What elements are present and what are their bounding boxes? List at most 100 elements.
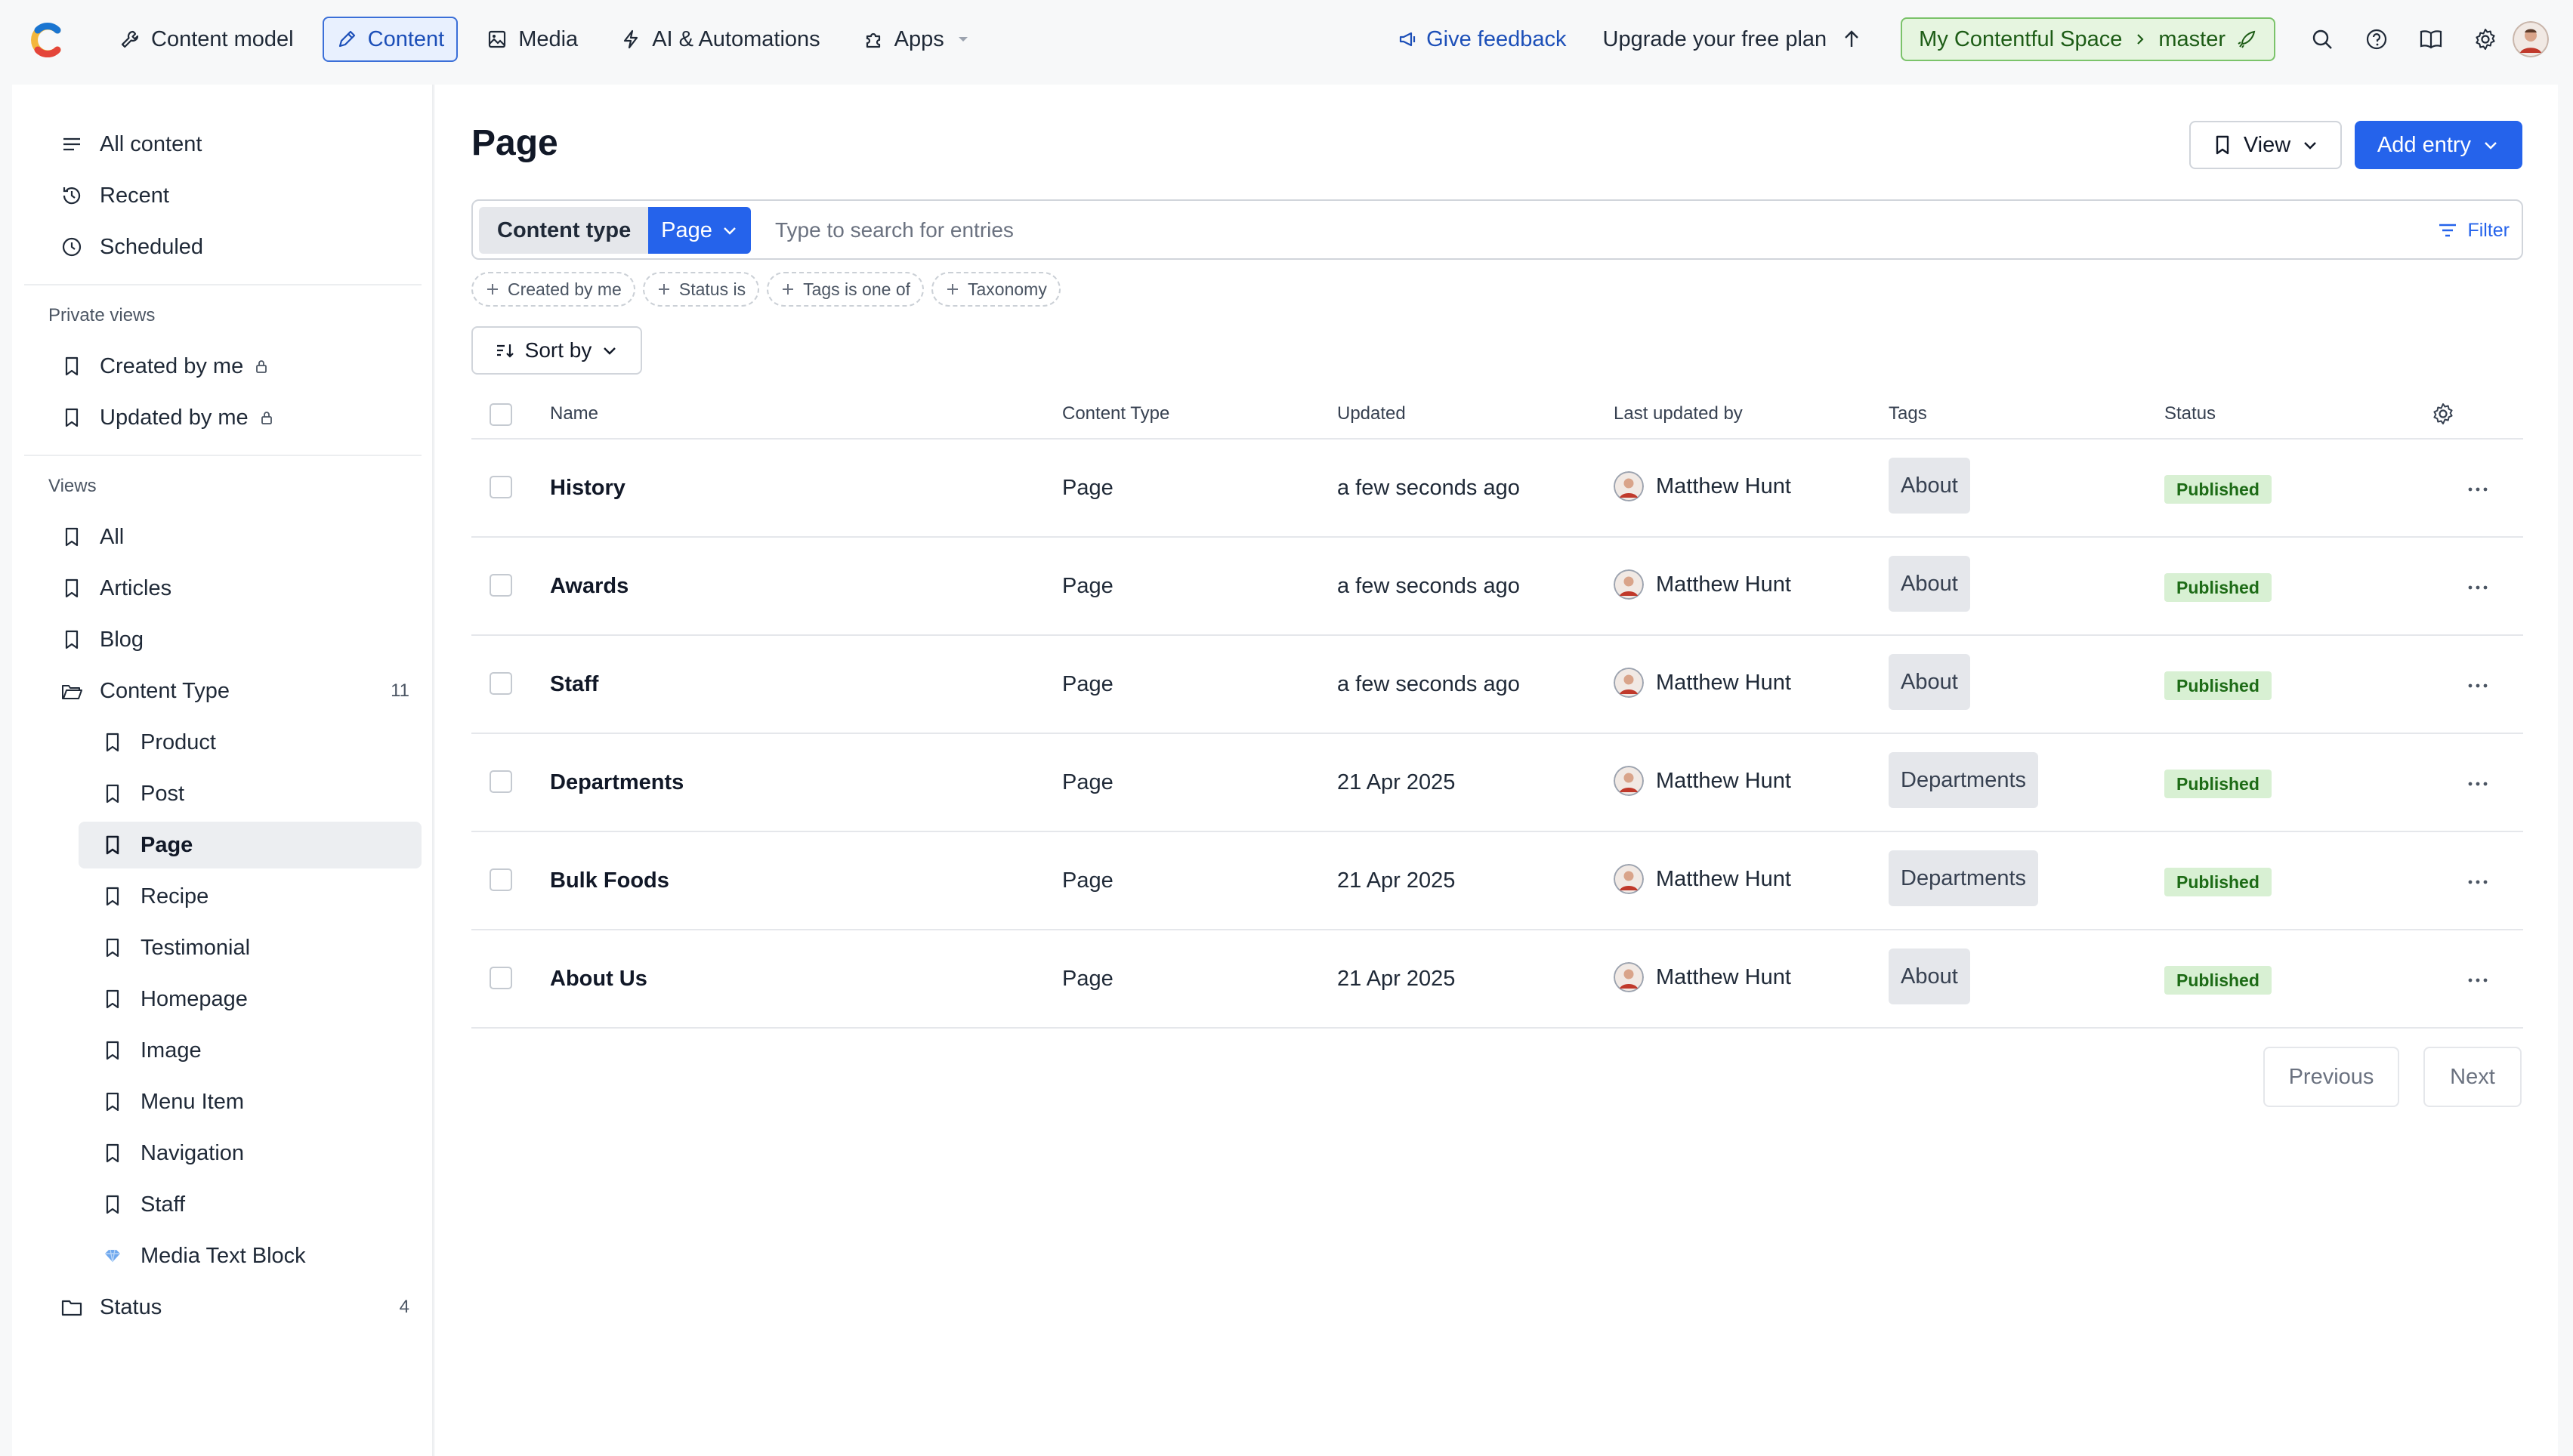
user-name: Matthew Hunt <box>1656 768 1791 793</box>
entry-name[interactable]: Awards <box>550 574 629 599</box>
row-checkbox[interactable] <box>490 574 512 597</box>
user-name: Matthew Hunt <box>1656 572 1791 597</box>
nav-content-model[interactable]: Content model <box>106 17 307 62</box>
chip-label: Taxonomy <box>968 279 1047 299</box>
table-row[interactable]: Staff Page a few seconds ago Matthew Hun… <box>471 636 2523 734</box>
sidebar-item-label: Image <box>141 1038 202 1063</box>
sidebar-item-label: Testimonial <box>141 935 251 960</box>
entry-name[interactable]: Departments <box>550 770 684 795</box>
folder-open-icon <box>62 685 82 699</box>
sidebar-item-blog[interactable]: Blog <box>48 616 422 663</box>
filter-button[interactable]: Filter <box>2437 207 2510 254</box>
table-row[interactable]: About Us Page 21 Apr 2025 Matthew Hunt A… <box>471 930 2523 1029</box>
entry-name[interactable]: About Us <box>550 967 647 992</box>
sidebar-item-staff[interactable]: Staff <box>79 1181 422 1228</box>
nav-content[interactable]: Content <box>322 17 459 62</box>
column-settings-gear-icon[interactable] <box>2431 402 2455 426</box>
view-button[interactable]: View <box>2189 121 2342 169</box>
bookmark-icon <box>106 784 119 804</box>
sidebar-folder-status[interactable]: Status 4 <box>48 1284 422 1331</box>
more-actions-icon[interactable] <box>2463 578 2493 597</box>
content-type-filter-label[interactable]: Content type <box>479 207 648 254</box>
sidebar-item-homepage[interactable]: Homepage <box>79 976 422 1023</box>
chip-created-by-me[interactable]: Created by me <box>471 272 635 307</box>
sidebar-item-navigation[interactable]: Navigation <box>79 1130 422 1177</box>
sidebar-item-label: Post <box>141 781 185 806</box>
entry-name[interactable]: Bulk Foods <box>550 868 669 893</box>
nav-apps[interactable]: Apps <box>849 17 985 62</box>
contentful-logo-icon[interactable] <box>27 20 68 60</box>
row-checkbox[interactable] <box>490 770 512 793</box>
user-avatar-icon <box>1614 766 1644 796</box>
upgrade-plan-link[interactable]: Upgrade your free plan <box>1603 27 1862 52</box>
sidebar-item-post[interactable]: Post <box>79 770 422 817</box>
bookmark-icon <box>106 1092 119 1112</box>
search-bar: Content type Page Filter <box>471 199 2523 260</box>
chip-status-is[interactable]: Status is <box>642 272 760 307</box>
table-row[interactable]: Departments Page 21 Apr 2025 Matthew Hun… <box>471 734 2523 832</box>
entry-name[interactable]: Staff <box>550 672 598 697</box>
nav-ai-automations[interactable]: AI & Automations <box>607 17 833 62</box>
table-row[interactable]: History Page a few seconds ago Matthew H… <box>471 440 2523 538</box>
sidebar-item-articles[interactable]: Articles <box>48 565 422 612</box>
entry-content-type: Page <box>1062 574 1114 598</box>
row-checkbox[interactable] <box>490 672 512 695</box>
status-badge: Published <box>2164 671 2272 700</box>
search-input[interactable] <box>775 207 2210 254</box>
entry-tag: About <box>1889 556 1970 612</box>
sidebar-folder-content-type[interactable]: Content Type 11 <box>48 668 422 714</box>
sidebar-item-recent[interactable]: Recent <box>48 172 422 219</box>
settings-gear-icon[interactable] <box>2458 17 2513 62</box>
sort-by-button[interactable]: Sort by <box>471 326 642 375</box>
column-header-content-type: Content Type <box>1062 403 1170 424</box>
sidebar-item-updated-by-me[interactable]: Updated by me <box>48 394 422 441</box>
more-actions-icon[interactable] <box>2463 775 2493 793</box>
status-badge: Published <box>2164 868 2272 896</box>
select-all-checkbox[interactable] <box>490 403 512 426</box>
give-feedback-link[interactable]: Give feedback <box>1398 27 1567 52</box>
add-entry-button[interactable]: Add entry <box>2355 121 2522 169</box>
sidebar-item-menu-item[interactable]: Menu Item <box>79 1078 422 1125</box>
table-row[interactable]: Bulk Foods Page 21 Apr 2025 Matthew Hunt… <box>471 832 2523 930</box>
sidebar-item-scheduled[interactable]: Scheduled <box>48 224 422 270</box>
entry-name[interactable]: History <box>550 476 625 501</box>
sidebar-item-page[interactable]: Page <box>79 822 422 868</box>
sidebar-item-testimonial[interactable]: Testimonial <box>79 924 422 971</box>
chip-taxonomy[interactable]: Taxonomy <box>931 272 1061 307</box>
sidebar-item-all[interactable]: All <box>48 514 422 560</box>
sidebar-item-media-text-block[interactable]: Media Text Block <box>79 1232 422 1279</box>
table-row[interactable]: Awards Page a few seconds ago Matthew Hu… <box>471 538 2523 636</box>
sidebar-item-label: Scheduled <box>100 234 204 259</box>
sidebar-item-all-content[interactable]: All content <box>48 121 422 168</box>
previous-page-button[interactable]: Previous <box>2263 1047 2399 1107</box>
plus-icon <box>783 284 794 295</box>
sidebar-item-product[interactable]: Product <box>79 719 422 766</box>
help-icon[interactable] <box>2349 17 2404 62</box>
menu-icon <box>63 137 80 151</box>
column-header-updated[interactable]: Updated <box>1337 403 1406 424</box>
more-actions-icon[interactable] <box>2463 677 2493 695</box>
more-actions-icon[interactable] <box>2463 480 2493 498</box>
chip-tags-is-one-of[interactable]: Tags is one of <box>767 272 924 307</box>
more-actions-icon[interactable] <box>2463 971 2493 989</box>
entry-updated: a few seconds ago <box>1337 672 1520 696</box>
sidebar-item-created-by-me[interactable]: Created by me <box>48 343 422 390</box>
sidebar-item-image[interactable]: Image <box>79 1027 422 1074</box>
column-header-name[interactable]: Name <box>550 403 598 424</box>
search-icon[interactable] <box>2295 17 2349 62</box>
row-checkbox[interactable] <box>490 967 512 989</box>
space-environment-selector[interactable]: My Contentful Space master <box>1901 17 2275 61</box>
entry-last-updated-by: Matthew Hunt <box>1614 864 1791 894</box>
entry-updated: 21 Apr 2025 <box>1337 967 1456 991</box>
row-checkbox[interactable] <box>490 868 512 891</box>
content-type-filter-value[interactable]: Page <box>648 207 751 254</box>
next-page-button[interactable]: Next <box>2423 1047 2522 1107</box>
docs-book-icon[interactable] <box>2404 17 2458 62</box>
more-actions-icon[interactable] <box>2463 873 2493 891</box>
sidebar-item-recipe[interactable]: Recipe <box>79 873 422 920</box>
nav-media[interactable]: Media <box>473 17 592 62</box>
plus-icon <box>487 284 498 295</box>
user-avatar[interactable] <box>2513 21 2573 57</box>
bookmark-icon <box>106 1195 119 1214</box>
row-checkbox[interactable] <box>490 476 512 498</box>
